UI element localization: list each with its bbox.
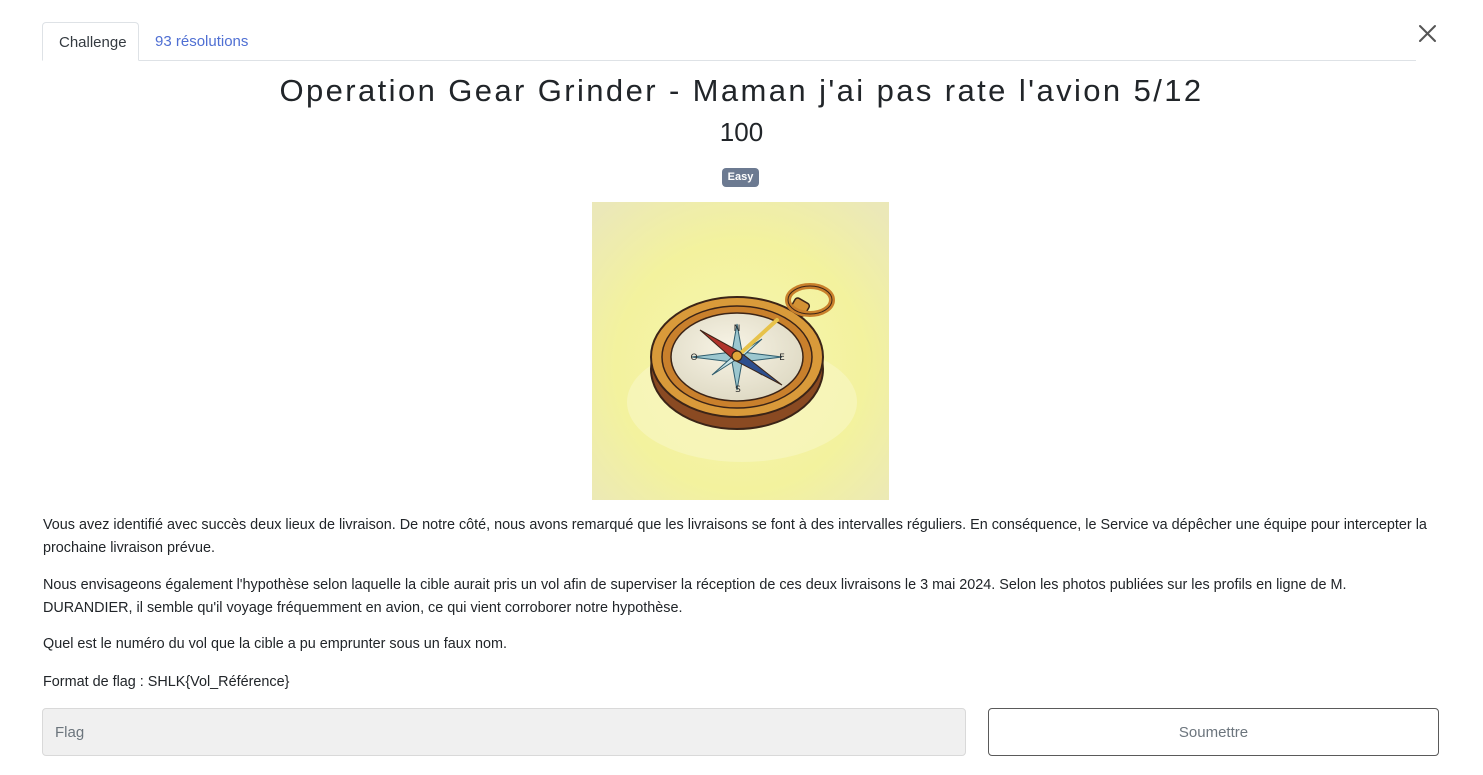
svg-text:S: S <box>735 385 741 395</box>
compass-illustration: N S O E <box>592 202 889 500</box>
challenge-modal: Challenge 93 résolutions Operation Gear … <box>0 0 1483 775</box>
description-question: Quel est le numéro du vol que la cible a… <box>43 636 507 652</box>
svg-text:N: N <box>734 324 741 334</box>
description-paragraph-1: Vous avez identifié avec succès deux lie… <box>43 517 1427 556</box>
submit-button[interactable]: Soumettre <box>988 708 1439 756</box>
tab-challenge[interactable]: Challenge <box>42 22 139 61</box>
description-paragraph-2: Nous envisageons également l'hypothèse s… <box>43 577 1347 616</box>
svg-text:O: O <box>690 353 697 363</box>
tab-resolutions[interactable]: 93 résolutions <box>139 22 264 60</box>
challenge-image: N S O E <box>592 202 889 500</box>
tab-bar: Challenge 93 résolutions <box>42 22 1416 61</box>
svg-text:E: E <box>779 353 785 363</box>
close-button[interactable] <box>1415 21 1441 47</box>
challenge-points: 100 <box>719 117 764 147</box>
flag-format: Format de flag : SHLK{Vol_Référence} <box>43 674 290 690</box>
difficulty-badge: Easy <box>722 168 759 187</box>
close-icon <box>1419 25 1436 42</box>
flag-input[interactable] <box>42 708 966 756</box>
challenge-title: Operation Gear Grinder - Maman j'ai pas … <box>279 73 1204 108</box>
